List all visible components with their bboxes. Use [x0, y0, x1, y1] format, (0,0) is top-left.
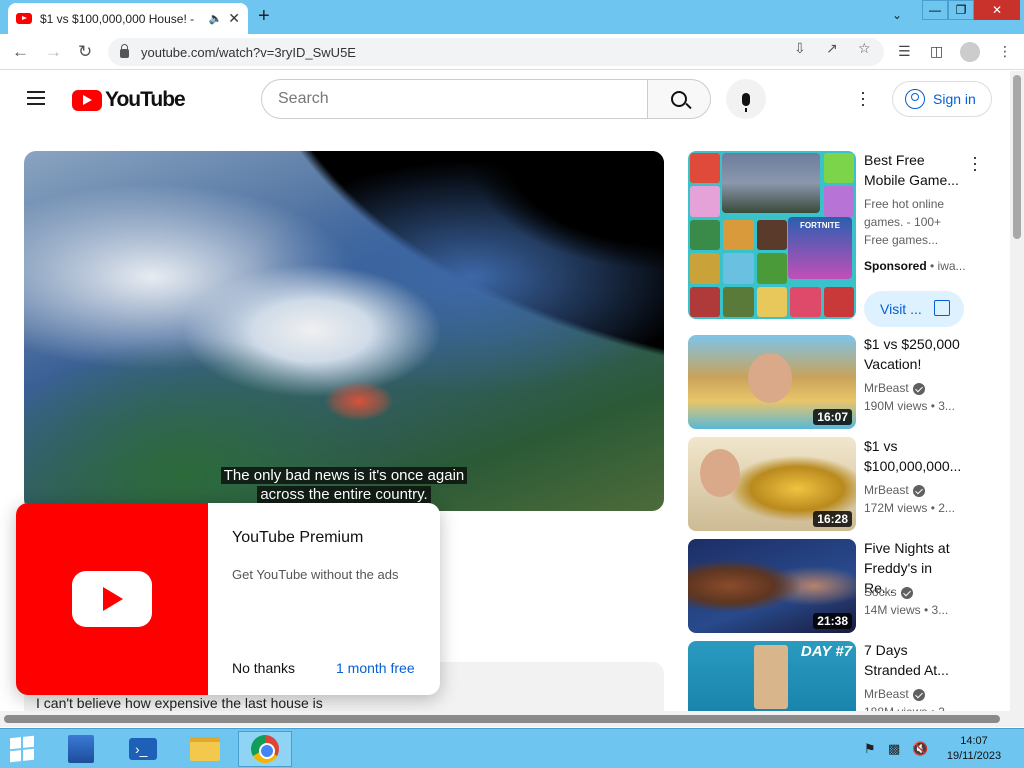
- ad-title[interactable]: Best Free Mobile Game...: [864, 150, 964, 190]
- powershell-icon[interactable]: ›_: [116, 731, 170, 767]
- visit-label: Visit ...: [880, 301, 922, 317]
- sign-in-label: Sign in: [933, 91, 976, 107]
- network-icon[interactable]: ▩: [888, 741, 900, 757]
- promo-title: YouTube Premium: [232, 529, 364, 546]
- guide-menu-icon[interactable]: [27, 91, 45, 105]
- video-meta: 14M views • 3...: [864, 603, 949, 617]
- tab-title: $1 vs $100,000,000 House! -: [40, 11, 195, 26]
- window-minimize-button[interactable]: —: [922, 0, 948, 20]
- duration-badge: 16:28: [813, 511, 852, 527]
- video-channel[interactable]: MrBeast: [864, 379, 925, 397]
- window-close-button[interactable]: ✕: [974, 0, 1020, 20]
- bookmark-star-icon[interactable]: ☆: [858, 40, 871, 57]
- lock-icon[interactable]: [120, 44, 129, 58]
- verified-icon: [912, 382, 925, 395]
- browser-menu-icon[interactable]: ⋮: [998, 43, 1012, 60]
- settings-menu-icon[interactable]: · · ·: [860, 83, 866, 113]
- duration-badge: 16:07: [813, 409, 852, 425]
- youtube-favicon-icon: [16, 13, 32, 24]
- verified-icon: [900, 586, 913, 599]
- video-thumbnail[interactable]: DAY #7: [688, 641, 856, 711]
- ad-description: Free hot online games. - 100+ Free games..…: [864, 197, 945, 247]
- video-thumbnail[interactable]: 16:07: [688, 335, 856, 429]
- external-link-icon: [934, 300, 950, 316]
- taskbar: ›_ ⚑ ▩ 🔇 14:07 19/11/2023: [0, 728, 1024, 768]
- video-meta: 172M views • 2...: [864, 501, 955, 515]
- caption-line: The only bad news is it's once again: [24, 467, 664, 484]
- comment-preview: I can't believe how expensive the last h…: [36, 695, 323, 711]
- account-icon: [905, 89, 925, 109]
- close-tab-icon[interactable]: ✕: [228, 10, 240, 27]
- youtube-logo-icon: [72, 571, 152, 627]
- video-title[interactable]: 7 Days Stranded At...: [864, 640, 964, 680]
- vertical-scrollbar[interactable]: [1010, 71, 1024, 711]
- window-restore-button[interactable]: ❐: [948, 0, 974, 20]
- flag-icon[interactable]: ⚑: [864, 741, 876, 757]
- video-title[interactable]: $1 vs $100,000,000...: [864, 436, 964, 476]
- chrome-icon[interactable]: [238, 731, 292, 767]
- install-app-icon[interactable]: ⇩: [794, 40, 806, 57]
- horizontal-scrollbar[interactable]: [0, 711, 1024, 727]
- video-title[interactable]: $1 vs $250,000 Vacation!: [864, 334, 964, 374]
- browser-tab[interactable]: $1 vs $100,000,000 House! - 🔈 ✕: [8, 3, 248, 34]
- thumb-label: DAY #7: [800, 643, 852, 660]
- reload-icon[interactable]: ↻: [78, 42, 92, 62]
- media-controls-icon[interactable]: ☰: [898, 43, 911, 60]
- voice-search-button[interactable]: [726, 79, 766, 119]
- side-panel-icon[interactable]: ◫: [930, 43, 943, 60]
- sign-in-button[interactable]: Sign in: [892, 81, 992, 117]
- microphone-icon: [742, 92, 750, 112]
- youtube-header: YouTube Search · · · Sign in: [0, 71, 1010, 127]
- video-channel[interactable]: MrBeast: [864, 685, 925, 703]
- address-bar[interactable]: youtube.com/watch?v=3ryID_SwU5E: [108, 38, 884, 66]
- youtube-wordmark: YouTube: [105, 88, 186, 111]
- premium-promo-dialog: YouTube Premium Get YouTube without the …: [16, 503, 440, 695]
- browser-tab-strip: $1 vs $100,000,000 House! - 🔈 ✕ + ⌄ — ❐ …: [0, 0, 1024, 34]
- ad-sponsor-line: Sponsored • iwa...: [864, 257, 966, 275]
- file-explorer-icon[interactable]: [178, 731, 232, 767]
- video-channel[interactable]: MrBeast: [864, 481, 925, 499]
- advertiser-name: • iwa...: [930, 259, 966, 273]
- search-input[interactable]: Search: [261, 79, 648, 119]
- profile-avatar-icon[interactable]: [960, 42, 980, 62]
- search-icon: [671, 91, 687, 107]
- url-text: youtube.com/watch?v=3ryID_SwU5E: [141, 44, 356, 60]
- forward-arrow-icon[interactable]: →: [45, 42, 62, 62]
- server-manager-icon[interactable]: [54, 731, 108, 767]
- sponsored-label: Sponsored: [864, 259, 927, 273]
- youtube-logo[interactable]: YouTube: [72, 88, 186, 112]
- audio-playing-icon[interactable]: 🔈: [209, 12, 223, 25]
- system-clock[interactable]: 14:07 19/11/2023: [944, 734, 1004, 764]
- no-thanks-button[interactable]: No thanks: [232, 660, 295, 676]
- video-meta: 190M views • 3...: [864, 399, 955, 413]
- video-thumbnail[interactable]: 21:38: [688, 539, 856, 633]
- youtube-play-logo-icon: [72, 89, 102, 111]
- promo-subtitle: Get YouTube without the ads: [232, 567, 399, 582]
- tab-search-chevron-icon[interactable]: ⌄: [892, 8, 902, 22]
- ad-thumb-label: FORTNITE: [788, 217, 852, 279]
- search-button[interactable]: [647, 79, 711, 119]
- browser-toolbar: ← → ↻ youtube.com/watch?v=3ryID_SwU5E ⇩ …: [0, 34, 1024, 70]
- video-channel[interactable]: Socks: [864, 583, 913, 601]
- ad-menu-icon[interactable]: · · ·: [972, 148, 978, 178]
- video-player[interactable]: The only bad news is it's once again acr…: [24, 151, 664, 511]
- video-thumbnail[interactable]: 16:28: [688, 437, 856, 531]
- share-icon[interactable]: ↗: [826, 40, 838, 57]
- verified-icon: [912, 484, 925, 497]
- volume-muted-icon[interactable]: 🔇: [912, 741, 928, 757]
- verified-icon: [912, 688, 925, 701]
- scrollbar-thumb[interactable]: [4, 715, 1000, 723]
- visit-site-button[interactable]: Visit ...: [864, 291, 964, 327]
- start-windows-icon[interactable]: [10, 735, 34, 763]
- video-meta: 188M views • 3...: [864, 703, 955, 711]
- free-trial-button[interactable]: 1 month free: [336, 660, 415, 676]
- ad-thumbnail[interactable]: FORTNITE: [688, 151, 856, 319]
- scrollbar-thumb[interactable]: [1013, 75, 1021, 239]
- caption-line: across the entire country.: [24, 486, 664, 503]
- duration-badge: 21:38: [813, 613, 852, 629]
- new-tab-button[interactable]: +: [258, 5, 270, 28]
- back-arrow-icon[interactable]: ←: [12, 42, 29, 62]
